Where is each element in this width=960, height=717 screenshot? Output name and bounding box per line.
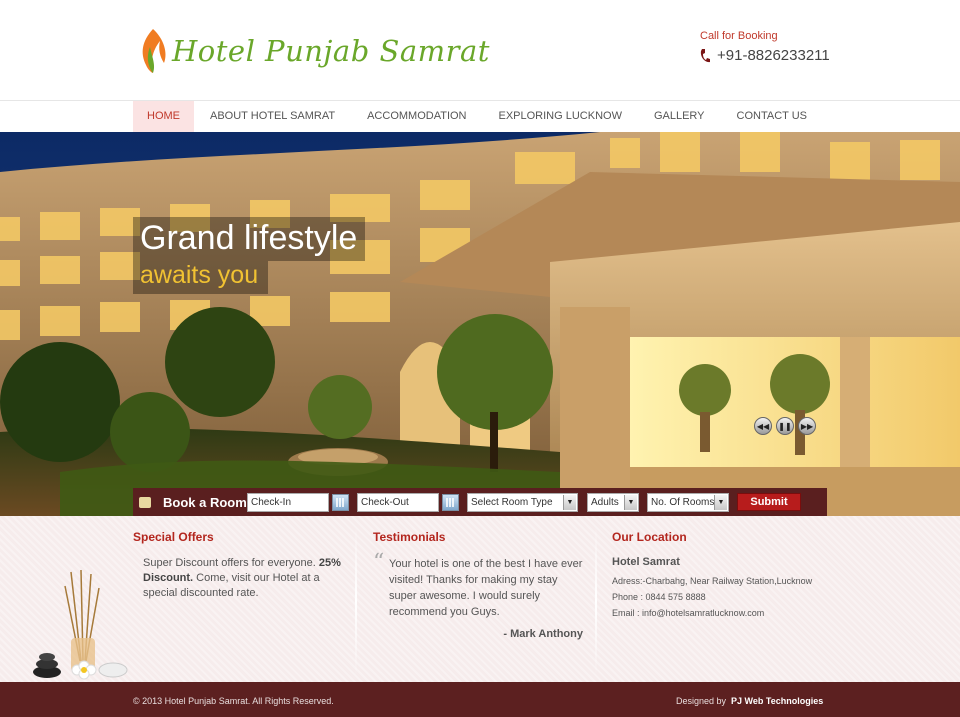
checkin-calendar-icon[interactable] bbox=[332, 493, 349, 511]
booking-phone[interactable]: +91-8826233211 bbox=[700, 47, 830, 64]
special-offers-text: Super Discount offers for everyone. 25% … bbox=[143, 557, 341, 599]
hero-caption: Grand lifestyle awaits you bbox=[133, 217, 366, 294]
designer-credit: Designed by PJ Web Technologies bbox=[676, 696, 823, 706]
nav-item-contact[interactable]: CONTACT US bbox=[721, 101, 824, 132]
hero-image bbox=[0, 132, 960, 516]
special-offers-heading: Special Offers bbox=[133, 530, 214, 544]
logo[interactable]: Hotel Punjab Samrat bbox=[138, 26, 490, 76]
checkin-field-value: Check-In bbox=[251, 496, 292, 508]
main-nav: HOME ABOUT HOTEL SAMRAT ACCOMMODATION EX… bbox=[0, 100, 960, 132]
adults-select-value: Adults bbox=[591, 496, 619, 508]
column-divider bbox=[355, 526, 357, 676]
booking-form-title-text: Book a Room bbox=[163, 494, 247, 510]
testimonials: Testimonials “ Your hotel is one of the … bbox=[373, 530, 583, 640]
chevron-down-icon: ▼ bbox=[563, 494, 576, 510]
our-location: Our Location Hotel Samrat Adress:-Charba… bbox=[612, 530, 832, 624]
location-email[interactable]: Email : info@hotelsamratlucknow.com bbox=[612, 608, 832, 618]
hero-title: Grand lifestyle bbox=[133, 217, 366, 261]
logo-flame-icon bbox=[142, 29, 166, 73]
pause-icon[interactable]: ❚❚ bbox=[776, 417, 794, 435]
room-type-select-value: Select Room Type bbox=[471, 496, 553, 508]
copyright-text: © 2013 Hotel Punjab Samrat. All Rights R… bbox=[133, 696, 334, 706]
location-phone: Phone : 0844 575 8888 bbox=[612, 592, 706, 602]
previous-icon[interactable]: ◀◀ bbox=[754, 417, 772, 435]
next-icon[interactable]: ▶▶ bbox=[798, 417, 816, 435]
adults-select[interactable]: Adults ▼ bbox=[587, 492, 639, 512]
our-location-heading: Our Location bbox=[612, 530, 687, 544]
nav-item-accommodation[interactable]: ACCOMMODATION bbox=[351, 101, 482, 132]
submit-button[interactable]: Submit bbox=[737, 493, 801, 511]
site-footer: © 2013 Hotel Punjab Samrat. All Rights R… bbox=[0, 682, 960, 717]
booking-label: Call for Booking bbox=[700, 30, 778, 42]
nav-item-exploring-lucknow[interactable]: EXPLORING LUCKNOW bbox=[483, 101, 638, 132]
designed-by-label: Designed by bbox=[676, 696, 727, 706]
booking-contact: Call for Booking +91-8826233211 bbox=[700, 30, 830, 64]
testimonial-text: Your hotel is one of the best I have eve… bbox=[389, 558, 583, 618]
content-section: Special Offers Super Discount offers for… bbox=[0, 516, 960, 682]
hero-subtitle: awaits you bbox=[133, 261, 269, 294]
checkout-field[interactable]: Check-Out bbox=[357, 492, 439, 512]
site-header: Hotel Punjab Samrat Call for Booking +91… bbox=[0, 0, 960, 100]
phone-icon bbox=[700, 48, 710, 62]
chevron-down-icon: ▼ bbox=[714, 494, 727, 510]
special-offers: Special Offers Super Discount offers for… bbox=[133, 530, 343, 601]
chevron-down-icon: ▼ bbox=[624, 494, 637, 510]
booking-icon bbox=[139, 496, 151, 508]
room-type-select[interactable]: Select Room Type ▼ bbox=[467, 492, 578, 512]
quote-icon: “ bbox=[373, 550, 385, 575]
logo-text: Hotel Punjab Samrat bbox=[172, 34, 490, 68]
spa-decoration-image bbox=[33, 569, 128, 680]
checkout-calendar-icon[interactable] bbox=[442, 493, 459, 511]
checkin-field[interactable]: Check-In bbox=[247, 492, 329, 512]
nav-item-gallery[interactable]: GALLERY bbox=[638, 101, 721, 132]
nav-item-home[interactable]: HOME bbox=[133, 101, 194, 132]
booking-phone-number: +91-8826233211 bbox=[717, 47, 830, 64]
testimonials-heading: Testimonials bbox=[373, 530, 446, 544]
hero-slider: Grand lifestyle awaits you ◀◀ ❚❚ ▶▶ bbox=[0, 132, 960, 516]
designer-link[interactable]: PJ Web Technologies bbox=[731, 696, 823, 706]
booking-form: Book a Room Check-In Check-Out Select Ro… bbox=[133, 488, 827, 516]
location-address: Adress:-Charbahg, Near Railway Station,L… bbox=[612, 576, 813, 586]
testimonial-quote: “ Your hotel is one of the best I have e… bbox=[373, 550, 583, 640]
slider-controls: ◀◀ ❚❚ ▶▶ bbox=[754, 417, 816, 435]
testimonial-author: - Mark Anthony bbox=[503, 628, 583, 640]
nav-item-about[interactable]: ABOUT HOTEL SAMRAT bbox=[194, 101, 351, 132]
column-divider bbox=[595, 526, 597, 676]
location-name: Hotel Samrat bbox=[612, 556, 680, 568]
checkout-field-value: Check-Out bbox=[361, 496, 409, 508]
booking-form-title: Book a Room bbox=[139, 495, 247, 510]
rooms-select[interactable]: No. Of Rooms ▼ bbox=[647, 492, 729, 512]
rooms-select-value: No. Of Rooms bbox=[651, 496, 715, 508]
